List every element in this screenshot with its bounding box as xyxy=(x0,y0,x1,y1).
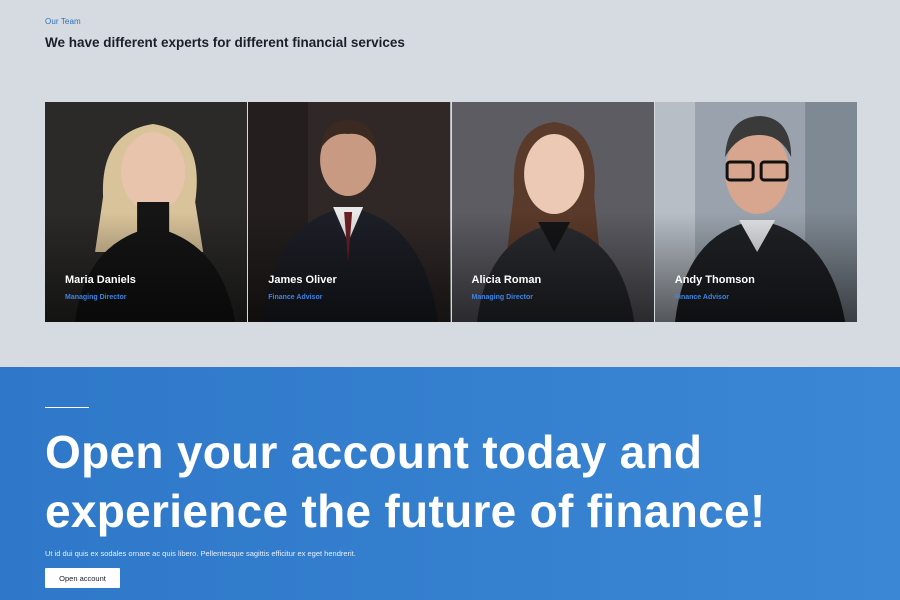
member-role: Finance Advisor xyxy=(674,294,729,301)
cta-section: Open your account today and experience t… xyxy=(0,367,900,600)
cta-headline-line2: experience the future of finance! xyxy=(45,485,766,537)
member-role: Managing Director xyxy=(471,294,533,301)
member-role: Managing Director xyxy=(65,294,127,301)
member-name: James Oliver xyxy=(268,274,337,286)
team-section: Our Team We have different experts for d… xyxy=(0,0,900,367)
team-card-andy-thomson[interactable]: Andy Thomson Finance Advisor xyxy=(654,102,857,322)
team-card-alicia-roman[interactable]: Alicia Roman Managing Director xyxy=(451,102,654,322)
team-card-james-oliver[interactable]: James Oliver Finance Advisor xyxy=(248,102,451,322)
member-name: Alicia Roman xyxy=(471,274,542,286)
cta-subtext: Ut id dui quis ex sodales ornare ac quis… xyxy=(45,549,356,558)
cta-headline: Open your account today and experience t… xyxy=(45,423,885,541)
section-title: We have different experts for different … xyxy=(45,35,405,50)
member-role: Finance Advisor xyxy=(268,294,323,301)
team-card-maria-daniels[interactable]: Maria Daniels Managing Director xyxy=(45,102,248,322)
section-eyebrow: Our Team xyxy=(45,17,81,26)
member-name: Andy Thomson xyxy=(674,274,755,286)
cta-headline-line1: Open your account today and xyxy=(45,426,703,478)
cta-divider xyxy=(45,407,89,408)
open-account-button[interactable]: Open account xyxy=(45,568,120,588)
member-name: Maria Daniels xyxy=(65,274,136,286)
team-cards: Maria Daniels Managing Director James Ol… xyxy=(45,102,857,322)
